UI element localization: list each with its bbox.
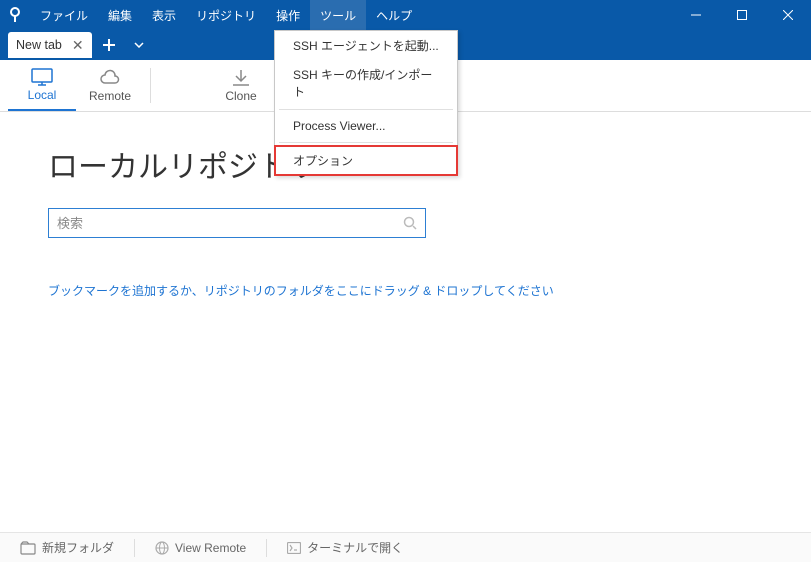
download-icon bbox=[231, 69, 251, 87]
menu-item-ssh-agent[interactable]: SSH エージェントを起動... bbox=[275, 31, 457, 60]
menu-help[interactable]: ヘルプ bbox=[366, 0, 422, 30]
window-controls bbox=[673, 0, 811, 30]
globe-icon bbox=[155, 541, 169, 555]
menu-file[interactable]: ファイル bbox=[30, 0, 98, 30]
menu-separator bbox=[279, 109, 453, 110]
tab-close-icon[interactable]: ✕ bbox=[72, 38, 84, 52]
terminal-icon bbox=[287, 542, 301, 554]
sourcetree-icon bbox=[7, 7, 23, 23]
app-logo bbox=[0, 0, 30, 30]
toolbar-separator bbox=[150, 68, 151, 103]
folder-plus-icon bbox=[20, 541, 36, 555]
minimize-button[interactable] bbox=[673, 0, 719, 30]
status-separator bbox=[266, 539, 267, 557]
tools-dropdown: SSH エージェントを起動... SSH キーの作成/インポート Process… bbox=[274, 30, 458, 176]
menu-bar: ファイル 編集 表示 リポジトリ 操作 ツール ヘルプ bbox=[30, 0, 422, 30]
tab-menu-button[interactable] bbox=[126, 32, 152, 58]
menu-separator bbox=[279, 142, 453, 143]
status-separator bbox=[134, 539, 135, 557]
menu-repository[interactable]: リポジトリ bbox=[186, 0, 266, 30]
tab-label: New tab bbox=[16, 38, 62, 52]
cloud-icon bbox=[99, 69, 121, 87]
tab-add-button[interactable] bbox=[96, 32, 122, 58]
status-view-remote[interactable]: View Remote bbox=[149, 541, 252, 555]
toolbar-local[interactable]: Local bbox=[8, 60, 76, 111]
menu-item-process-viewer[interactable]: Process Viewer... bbox=[275, 113, 457, 139]
toolbar-remote-label: Remote bbox=[89, 89, 131, 103]
menu-edit[interactable]: 編集 bbox=[98, 0, 142, 30]
toolbar-remote[interactable]: Remote bbox=[76, 60, 144, 111]
close-icon bbox=[783, 10, 793, 20]
plus-icon bbox=[102, 38, 116, 52]
status-new-folder-label: 新規フォルダ bbox=[42, 539, 114, 556]
maximize-button[interactable] bbox=[719, 0, 765, 30]
toolbar-clone-label: Clone bbox=[225, 89, 256, 103]
status-open-terminal[interactable]: ターミナルで開く bbox=[281, 539, 409, 556]
status-bar: 新規フォルダ View Remote ターミナルで開く bbox=[0, 532, 811, 562]
menu-view[interactable]: 表示 bbox=[142, 0, 186, 30]
toolbar-local-label: Local bbox=[28, 88, 57, 102]
titlebar: ファイル 編集 表示 リポジトリ 操作 ツール ヘルプ bbox=[0, 0, 811, 30]
maximize-icon bbox=[737, 10, 747, 20]
tab-new[interactable]: New tab ✕ bbox=[8, 32, 92, 58]
toolbar-clone[interactable]: Clone bbox=[207, 60, 275, 111]
status-open-terminal-label: ターミナルで開く bbox=[307, 539, 403, 556]
minimize-icon bbox=[691, 10, 701, 20]
monitor-icon bbox=[31, 68, 53, 86]
search-field[interactable] bbox=[48, 208, 426, 238]
menu-item-options[interactable]: オプション bbox=[275, 146, 457, 175]
menu-item-ssh-keys[interactable]: SSH キーの作成/インポート bbox=[275, 60, 457, 106]
empty-state-hint: ブックマークを追加するか、リポジトリのフォルダをここにドラッグ & ドロップして… bbox=[48, 282, 763, 299]
search-icon bbox=[403, 216, 417, 230]
menu-action[interactable]: 操作 bbox=[266, 0, 310, 30]
status-view-remote-label: View Remote bbox=[175, 541, 246, 555]
close-button[interactable] bbox=[765, 0, 811, 30]
search-input[interactable] bbox=[57, 216, 397, 231]
menu-tools[interactable]: ツール bbox=[310, 0, 366, 30]
chevron-down-icon bbox=[134, 42, 144, 48]
status-new-folder[interactable]: 新規フォルダ bbox=[14, 539, 120, 556]
